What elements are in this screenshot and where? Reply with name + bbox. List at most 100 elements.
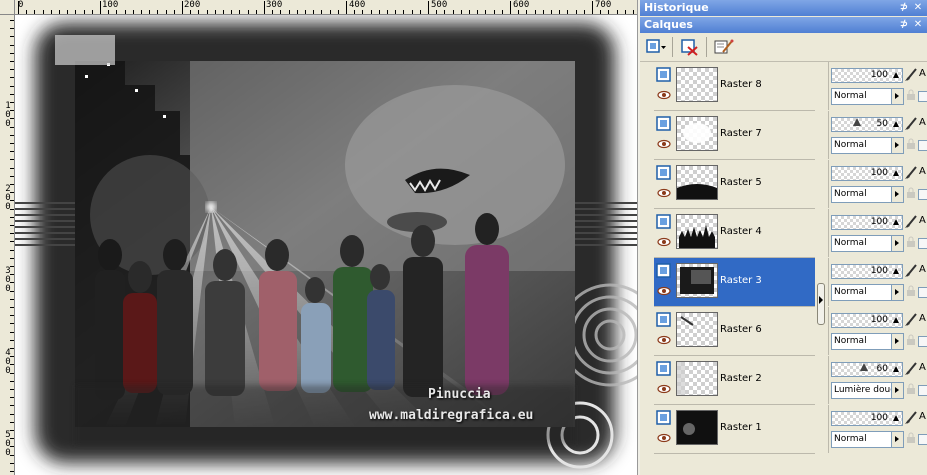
close-icon[interactable]: ✕: [912, 0, 924, 16]
layer-item[interactable]: Raster 4: [654, 209, 815, 258]
blend-mode-select[interactable]: Normal: [831, 284, 904, 301]
layer-name[interactable]: Raster 4: [720, 226, 762, 237]
dropdown-arrow-icon[interactable]: [891, 285, 903, 300]
lock-checkbox[interactable]: [918, 189, 927, 200]
close-icon[interactable]: ✕: [912, 17, 924, 33]
delete-layer-button[interactable]: [678, 37, 702, 57]
lock-icon[interactable]: [906, 432, 916, 444]
visibility-eye-icon[interactable]: [657, 237, 671, 247]
history-panel-header[interactable]: Historique ⊅ ✕: [640, 0, 927, 16]
new-layer-button[interactable]: [644, 37, 668, 57]
visibility-eye-icon[interactable]: [657, 433, 671, 443]
blend-mode-select[interactable]: Normal: [831, 235, 904, 252]
layer-row[interactable]: Raster 7 50 A Normal: [640, 111, 927, 160]
raster-layer-icon[interactable]: [656, 263, 672, 279]
layer-item[interactable]: Raster 1: [654, 405, 815, 454]
brush-icon[interactable]: [904, 262, 918, 278]
layer-item[interactable]: Raster 6: [654, 307, 815, 356]
dropdown-arrow-icon[interactable]: [891, 89, 903, 104]
pin-icon[interactable]: ⊅: [898, 17, 910, 33]
lock-checkbox[interactable]: [918, 336, 927, 347]
raster-layer-icon[interactable]: [656, 116, 672, 132]
blend-mode-select[interactable]: Lumière douce: [831, 382, 904, 399]
brush-icon[interactable]: [904, 360, 918, 376]
dropdown-arrow-icon[interactable]: [891, 383, 903, 398]
opacity-slider[interactable]: 50: [831, 117, 903, 132]
lock-checkbox[interactable]: [918, 238, 927, 249]
layer-row[interactable]: Raster 5 100 A Normal: [640, 160, 927, 209]
blend-mode-select[interactable]: Normal: [831, 333, 904, 350]
lock-icon[interactable]: [906, 334, 916, 346]
dropdown-arrow-icon[interactable]: [891, 432, 903, 447]
layer-row[interactable]: Raster 4 100 A Normal: [640, 209, 927, 258]
opacity-slider[interactable]: 100: [831, 215, 903, 230]
layer-item[interactable]: Raster 7: [654, 111, 815, 160]
dropdown-arrow-icon[interactable]: [891, 334, 903, 349]
visibility-eye-icon[interactable]: [657, 188, 671, 198]
dropdown-arrow-icon[interactable]: [891, 187, 903, 202]
layer-name[interactable]: Raster 3: [720, 275, 762, 286]
layer-row[interactable]: Raster 2 60 A Lumière douce: [640, 356, 927, 405]
layer-row[interactable]: Raster 6 100 A Normal: [640, 307, 927, 356]
raster-layer-icon[interactable]: [656, 361, 672, 377]
opacity-slider[interactable]: 100: [831, 166, 903, 181]
lock-checkbox[interactable]: [918, 91, 927, 102]
slider-knob-icon[interactable]: [893, 170, 899, 176]
lock-icon[interactable]: [906, 138, 916, 150]
layer-row[interactable]: Raster 8 100 A Normal: [640, 62, 927, 111]
brush-icon[interactable]: [904, 409, 918, 425]
layer-item[interactable]: Raster 8: [654, 62, 815, 111]
visibility-eye-icon[interactable]: [657, 286, 671, 296]
slider-knob-icon[interactable]: [893, 366, 899, 372]
panel-splitter-handle[interactable]: [817, 283, 825, 325]
visibility-eye-icon[interactable]: [657, 90, 671, 100]
layer-name[interactable]: Raster 2: [720, 373, 762, 384]
visibility-eye-icon[interactable]: [657, 384, 671, 394]
slider-knob-icon[interactable]: [893, 415, 899, 421]
slider-knob-icon[interactable]: [893, 72, 899, 78]
lock-checkbox[interactable]: [918, 434, 927, 445]
raster-layer-icon[interactable]: [656, 165, 672, 181]
layer-row[interactable]: Raster 1 100 A Normal: [640, 405, 927, 454]
dropdown-arrow-icon[interactable]: [891, 236, 903, 251]
canvas-area[interactable]: 0 100 200 300 400 500 600 700 1 0 0 2 0 …: [0, 0, 637, 475]
slider-knob-icon[interactable]: [893, 268, 899, 274]
lock-checkbox[interactable]: [918, 385, 927, 396]
layer-item[interactable]: Raster 3: [654, 258, 815, 307]
layer-item[interactable]: Raster 2: [654, 356, 815, 405]
layer-name[interactable]: Raster 1: [720, 422, 762, 433]
layer-name[interactable]: Raster 5: [720, 177, 762, 188]
lock-icon[interactable]: [906, 383, 916, 395]
brush-icon[interactable]: [904, 311, 918, 327]
blend-mode-select[interactable]: Normal: [831, 431, 904, 448]
layer-name[interactable]: Raster 8: [720, 79, 762, 90]
layer-properties-button[interactable]: [712, 37, 736, 57]
layer-name[interactable]: Raster 7: [720, 128, 762, 139]
dropdown-arrow-icon[interactable]: [891, 138, 903, 153]
lock-checkbox[interactable]: [918, 140, 927, 151]
lock-icon[interactable]: [906, 187, 916, 199]
slider-knob-icon[interactable]: [893, 219, 899, 225]
opacity-slider[interactable]: 100: [831, 313, 903, 328]
brush-icon[interactable]: [904, 115, 918, 131]
blend-mode-select[interactable]: Normal: [831, 88, 904, 105]
brush-icon[interactable]: [904, 66, 918, 82]
opacity-slider[interactable]: 100: [831, 264, 903, 279]
blend-mode-select[interactable]: Normal: [831, 137, 904, 154]
raster-layer-icon[interactable]: [656, 214, 672, 230]
layer-row[interactable]: Raster 3 100 A Normal: [640, 258, 927, 307]
layer-name[interactable]: Raster 6: [720, 324, 762, 335]
slider-knob-icon[interactable]: [893, 317, 899, 323]
lock-icon[interactable]: [906, 285, 916, 297]
raster-layer-icon[interactable]: [656, 67, 672, 83]
opacity-slider[interactable]: 60: [831, 362, 903, 377]
lock-checkbox[interactable]: [918, 287, 927, 298]
brush-icon[interactable]: [904, 213, 918, 229]
raster-layer-icon[interactable]: [656, 410, 672, 426]
brush-icon[interactable]: [904, 164, 918, 180]
blend-mode-select[interactable]: Normal: [831, 186, 904, 203]
layer-item[interactable]: Raster 5: [654, 160, 815, 209]
opacity-slider[interactable]: 100: [831, 411, 903, 426]
raster-layer-icon[interactable]: [656, 312, 672, 328]
artwork-image[interactable]: Pinuccia www.maldiregrafica.eu: [15, 15, 637, 475]
